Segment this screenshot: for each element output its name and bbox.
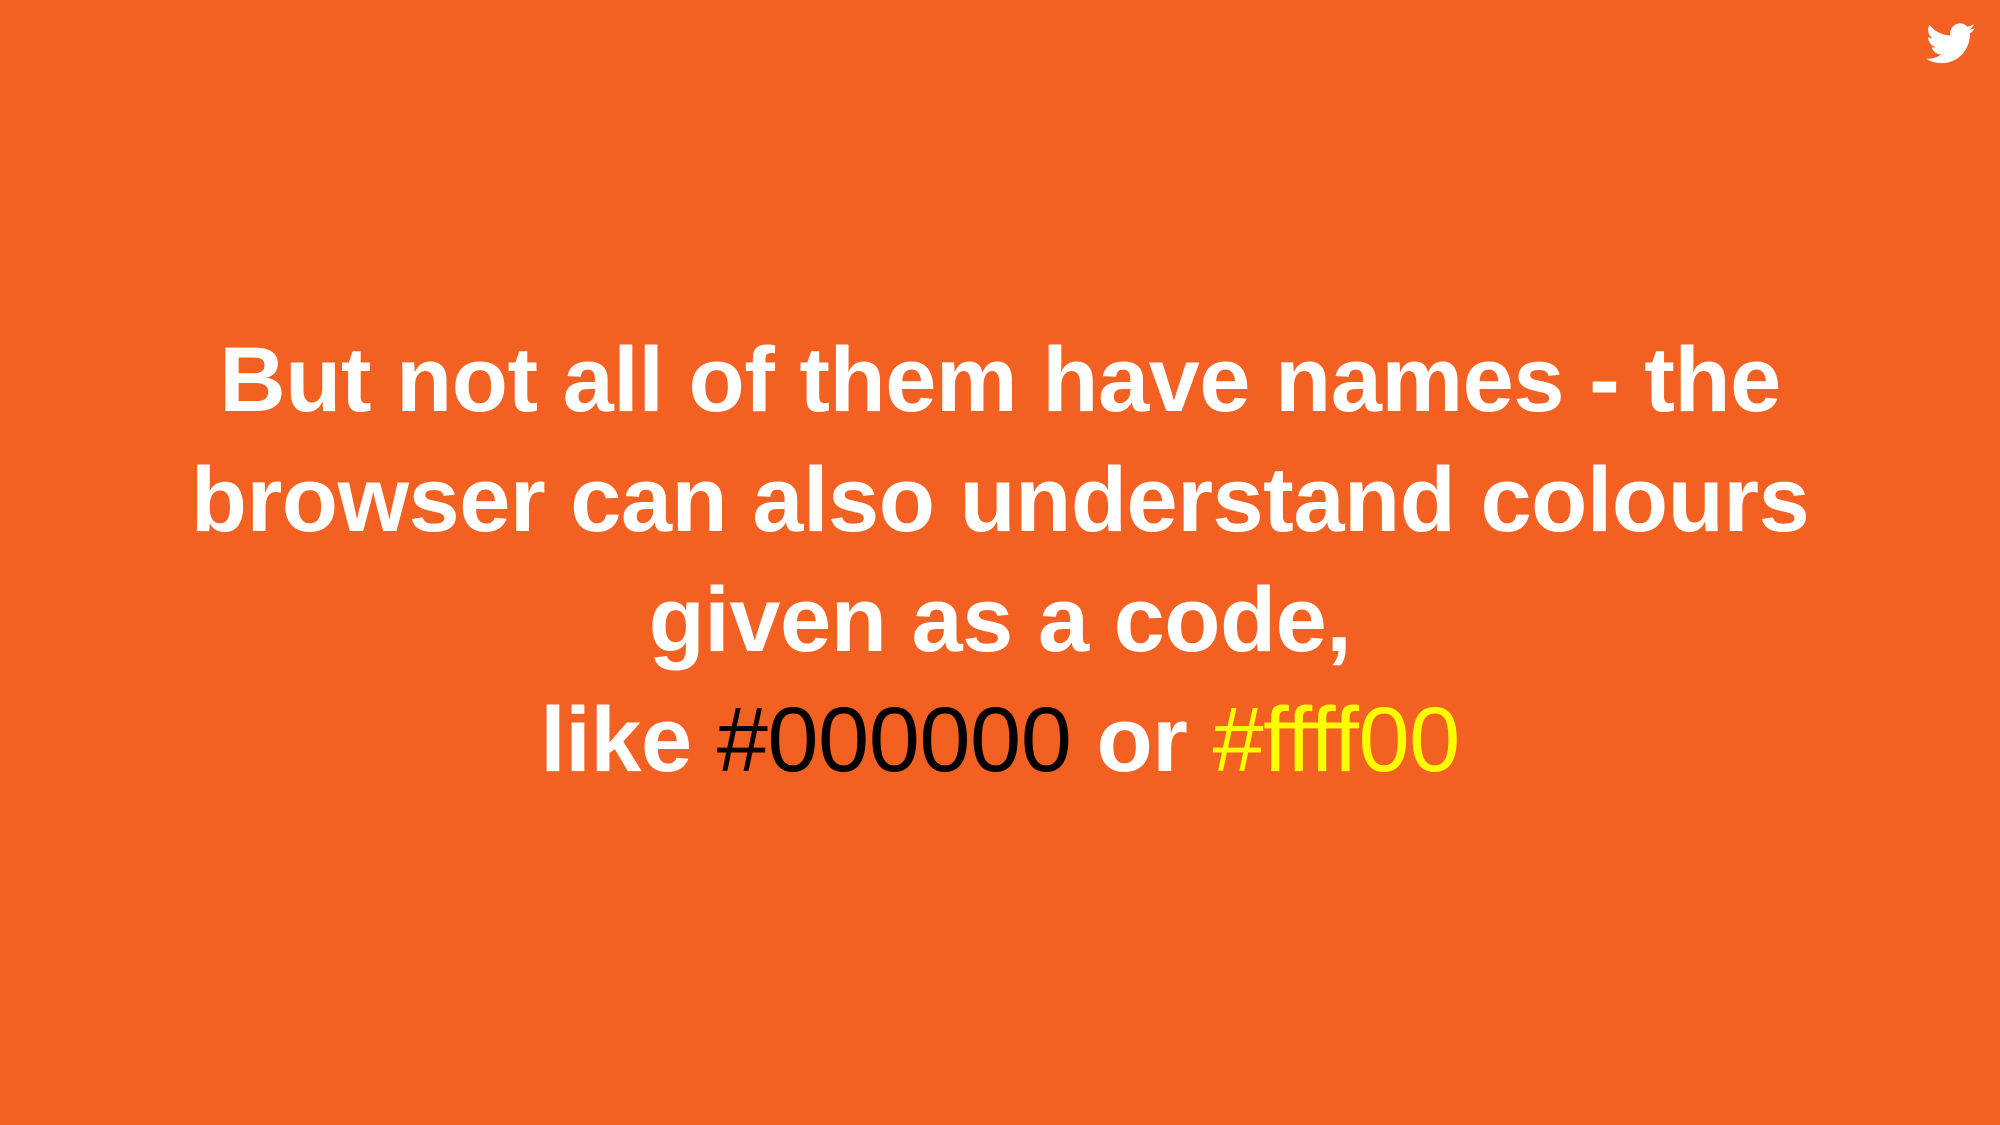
or-text: or xyxy=(1071,689,1213,791)
text-line-4: like #000000 or #ffff00 xyxy=(0,680,2000,800)
yellow-color-code: #ffff00 xyxy=(1212,689,1461,791)
slide-text: But not all of them have names - the bro… xyxy=(0,320,2000,800)
text-line-2: browser can also understand colours xyxy=(190,449,1810,551)
text-line-1: But not all of them have names - the xyxy=(219,329,1781,431)
twitter-icon[interactable] xyxy=(1926,22,1976,66)
text-line-3: given as a code, xyxy=(648,569,1352,671)
black-color-code: #000000 xyxy=(716,689,1072,791)
slide: But not all of them have names - the bro… xyxy=(0,0,2000,1125)
like-prefix: like xyxy=(540,689,717,791)
